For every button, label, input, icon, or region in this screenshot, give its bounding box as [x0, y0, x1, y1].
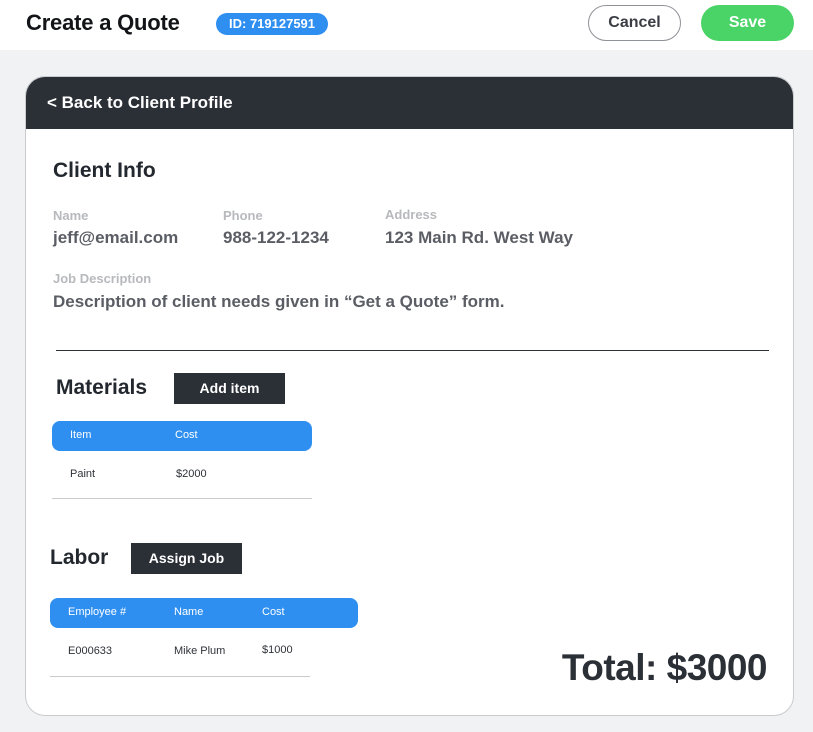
card-header: < Back to Client Profile	[26, 77, 793, 129]
name-value: jeff@email.com	[53, 228, 179, 247]
job-description-value: Description of client needs given in “Ge…	[53, 292, 505, 311]
employee-number-cell: E000633	[68, 645, 113, 657]
column-header-employee-number: Employee #	[68, 606, 127, 618]
labor-table-header: Employee # Name Cost	[50, 598, 358, 628]
quote-card: < Back to Client Profile Client Info Nam…	[25, 76, 794, 716]
labor-title: Labor	[50, 546, 109, 569]
labor-row-divider	[50, 676, 310, 677]
top-bar: Create a Quote ID: 719127591 Cancel Save	[0, 0, 813, 50]
material-item-cell: Paint	[70, 468, 96, 480]
quote-id-badge: ID: 719127591	[216, 13, 329, 35]
materials-table-header: Item Cost	[52, 421, 312, 451]
page-title: Create a Quote	[26, 10, 180, 35]
job-description-label: Job Description	[53, 271, 152, 286]
material-cost-cell: $2000	[176, 468, 207, 480]
materials-title: Materials	[56, 376, 148, 399]
name-label: Name	[53, 208, 89, 223]
save-button[interactable]: Save	[701, 5, 794, 41]
column-header-name: Name	[174, 606, 204, 618]
phone-label: Phone	[223, 208, 263, 223]
employee-name-cell: Mike Plum	[174, 645, 226, 657]
materials-row-divider	[52, 498, 312, 499]
column-header-cost: Cost	[262, 606, 285, 618]
client-info-title: Client Info	[53, 159, 156, 182]
cancel-button[interactable]: Cancel	[588, 5, 681, 41]
back-to-client-profile-link[interactable]: < Back to Client Profile	[47, 93, 233, 113]
labor-cost-cell: $1000	[262, 644, 293, 656]
phone-value: 988-122-1234	[223, 228, 329, 247]
add-item-button[interactable]: Add item	[174, 373, 285, 404]
assign-job-button[interactable]: Assign Job	[131, 543, 242, 574]
column-header-cost: Cost	[175, 429, 198, 441]
quote-total: Total: $3000	[561, 647, 768, 688]
address-label: Address	[385, 207, 438, 222]
address-value: 123 Main Rd. West Way	[385, 228, 573, 247]
column-header-item: Item	[70, 429, 92, 441]
section-divider	[56, 350, 769, 351]
